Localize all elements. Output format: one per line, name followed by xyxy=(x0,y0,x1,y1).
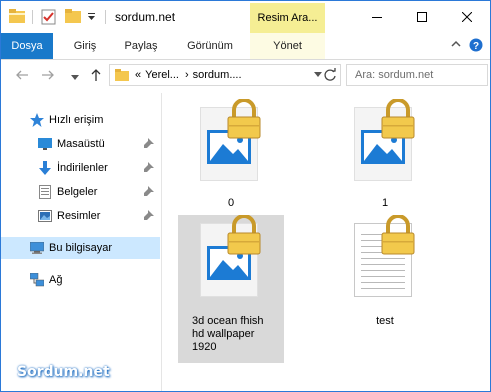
svg-text:?: ? xyxy=(473,41,479,52)
separator xyxy=(32,10,33,24)
nav-downloads[interactable]: İndirilenler xyxy=(1,157,160,179)
desktop-icon xyxy=(37,136,53,152)
separator xyxy=(105,10,106,24)
up-icon[interactable] xyxy=(89,68,103,85)
properties-icon[interactable] xyxy=(41,9,57,28)
tab-share[interactable]: Paylaş xyxy=(113,33,169,59)
pin-icon[interactable] xyxy=(144,138,154,151)
computer-icon xyxy=(29,240,45,256)
customize-qat-icon[interactable] xyxy=(87,12,97,24)
tab-view[interactable]: Görünüm xyxy=(177,33,243,59)
file-view: 0 1 3d ocean fhish hd wallpaper 1920 tes… xyxy=(162,93,490,391)
breadcrumb-separator: › xyxy=(184,69,189,81)
nav-this-pc-label: Bu bilgisayar xyxy=(49,242,112,254)
nav-downloads-label: İndirilenler xyxy=(57,162,108,174)
star-icon xyxy=(29,112,45,128)
forward-icon[interactable] xyxy=(41,68,55,85)
close-icon xyxy=(461,11,472,22)
document-icon xyxy=(37,184,53,200)
nav-pictures[interactable]: Resimler xyxy=(1,205,160,227)
nav-network-label: Ağ xyxy=(49,274,63,286)
refresh-icon[interactable] xyxy=(323,68,337,82)
network-icon xyxy=(29,272,45,288)
file-item[interactable]: 1 xyxy=(332,99,438,213)
ribbon-tabs: Dosya Giriş Paylaş Görünüm Yönet ? xyxy=(1,33,490,60)
download-arrow-icon xyxy=(37,160,53,176)
breadcrumb-overflow[interactable]: « xyxy=(135,69,141,81)
nav-quick-access[interactable]: Hızlı erişim xyxy=(1,109,160,131)
explorer-window: sordum.net Resim Ara... Dosya Giriş Payl… xyxy=(0,0,491,392)
tab-home[interactable]: Giriş xyxy=(61,33,109,59)
file-name: 1 xyxy=(381,197,389,209)
tab-manage[interactable]: Yönet xyxy=(250,33,325,59)
nav-desktop[interactable]: Masaüstü xyxy=(1,133,160,155)
nav-desktop-label: Masaüstü xyxy=(57,138,105,150)
pin-icon[interactable] xyxy=(144,186,154,199)
nav-pictures-label: Resimler xyxy=(57,210,101,222)
search-input[interactable]: Ara: sordum.net xyxy=(346,64,488,86)
file-name-line: 1920 xyxy=(192,341,217,353)
file-item[interactable]: 3d ocean fhish hd wallpaper 1920 xyxy=(178,215,284,363)
nav-this-pc[interactable]: Bu bilgisayar xyxy=(1,237,160,259)
back-icon[interactable] xyxy=(15,68,29,85)
lock-icon xyxy=(227,99,261,139)
watermark: Sordum.net xyxy=(17,364,110,380)
file-name-line: 3d ocean fhish xyxy=(192,315,264,327)
lock-icon xyxy=(381,215,415,255)
expand-ribbon-icon[interactable] xyxy=(450,38,462,53)
title-bar: sordum.net Resim Ara... xyxy=(1,1,490,33)
address-dropdown-icon[interactable] xyxy=(314,72,322,78)
file-item[interactable]: test xyxy=(332,215,438,339)
nav-documents-label: Belgeler xyxy=(57,186,98,198)
window-title: sordum.net xyxy=(115,10,176,24)
breadcrumb-local-disk[interactable]: Yerel... xyxy=(145,69,179,81)
nav-quick-access-label: Hızlı erişim xyxy=(49,114,104,126)
file-name: 0 xyxy=(227,197,235,209)
maximize-button[interactable] xyxy=(399,1,444,32)
folder-icon xyxy=(9,9,25,26)
nav-network[interactable]: Ağ xyxy=(1,269,160,291)
file-name-line: hd wallpaper xyxy=(192,328,255,340)
file-item[interactable]: 0 xyxy=(178,99,284,213)
tab-file[interactable]: Dosya xyxy=(1,33,53,59)
minimize-button[interactable] xyxy=(354,1,399,32)
address-bar-row: « Yerel... › sordum.... Ara: sordum.net xyxy=(1,60,490,92)
lock-icon xyxy=(227,215,261,255)
recent-locations-icon[interactable] xyxy=(71,72,79,84)
pictures-icon xyxy=(37,208,53,224)
pin-icon[interactable] xyxy=(144,162,154,175)
pin-icon[interactable] xyxy=(144,210,154,223)
new-folder-icon[interactable] xyxy=(65,9,81,26)
nav-documents[interactable]: Belgeler xyxy=(1,181,160,203)
close-button[interactable] xyxy=(444,1,489,32)
breadcrumb-current[interactable]: sordum.... xyxy=(193,69,242,81)
lock-icon xyxy=(381,99,415,139)
maximize-icon xyxy=(416,11,427,22)
folder-icon xyxy=(115,69,129,81)
address-field[interactable]: « Yerel... › sordum.... xyxy=(109,64,341,86)
contextual-tab-header: Resim Ara... xyxy=(250,3,325,33)
minimize-icon xyxy=(371,16,382,18)
navigation-pane: Hızlı erişim Masaüstü İndirilenler Belge… xyxy=(1,93,162,391)
file-name: test xyxy=(376,315,394,327)
help-icon[interactable]: ? xyxy=(469,38,483,55)
